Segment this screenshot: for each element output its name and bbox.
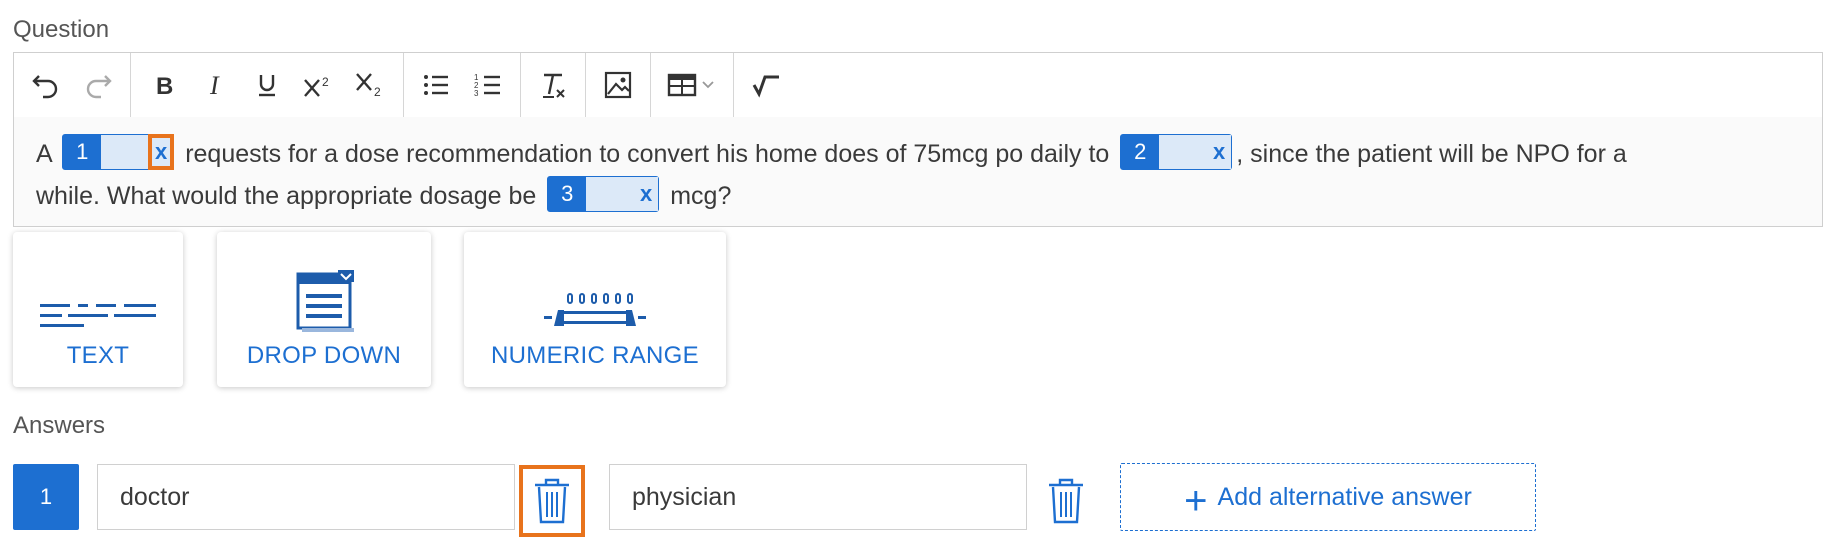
blank-number: 3: [548, 177, 587, 212]
remove-blank-icon[interactable]: x: [147, 134, 175, 171]
blank-fill: x: [101, 134, 175, 171]
list-group: 123: [404, 53, 521, 117]
blank-fill: x: [586, 177, 659, 212]
clear-group: [521, 53, 586, 117]
question-text: A: [36, 140, 52, 168]
text-lines-icon: [38, 232, 158, 342]
question-editor[interactable]: A 1 x requests for a dose recommendation…: [13, 117, 1823, 227]
format-group: B I 2 2: [131, 53, 404, 117]
history-group: [14, 53, 131, 117]
blank-3[interactable]: 3 x: [547, 176, 660, 213]
subscript-icon[interactable]: 2: [345, 59, 397, 111]
bold-icon[interactable]: B: [137, 59, 189, 111]
blank-fill: x: [1159, 135, 1232, 170]
numeric-range-type-label: NUMERIC RANGE: [491, 342, 699, 369]
plus-icon: +: [1184, 479, 1208, 523]
image-icon[interactable]: [592, 59, 644, 111]
svg-text:I: I: [209, 71, 220, 100]
dropdown-type-label: DROP DOWN: [246, 342, 402, 369]
image-group: [586, 53, 651, 117]
svg-text:2: 2: [322, 75, 329, 89]
blank-number: 1: [63, 135, 102, 170]
numeric-range-type-card[interactable]: NUMERIC RANGE: [464, 232, 726, 387]
answer-primary-input[interactable]: doctor: [97, 464, 515, 530]
answers-label: Answers: [13, 412, 106, 439]
clear-format-icon[interactable]: [527, 59, 579, 111]
add-alternative-answer-label: Add alternative answer: [1217, 482, 1472, 511]
question-text: requests for a dose recommendation to co…: [185, 140, 1110, 168]
redo-icon[interactable]: [72, 59, 124, 111]
svg-text:3: 3: [474, 89, 479, 98]
remove-blank-icon[interactable]: x: [1213, 141, 1225, 163]
alternative-answer-input[interactable]: physician: [609, 464, 1027, 530]
dropdown-icon: [284, 232, 364, 342]
svg-text:2: 2: [374, 85, 381, 99]
table-icon[interactable]: [657, 59, 727, 111]
superscript-icon[interactable]: 2: [293, 59, 345, 111]
square-root-icon[interactable]: [740, 59, 792, 111]
bullet-list-icon[interactable]: [410, 59, 462, 111]
trash-icon[interactable]: [1040, 472, 1092, 530]
svg-text:B: B: [156, 73, 173, 100]
numbered-list-icon[interactable]: 123: [462, 59, 514, 111]
slider-range-icon: [540, 232, 650, 342]
question-label: Question: [13, 16, 110, 43]
editor-toolbar: B I 2 2 123: [13, 52, 1823, 118]
trash-icon[interactable]: [519, 465, 585, 537]
add-alternative-answer-button[interactable]: + Add alternative answer: [1120, 463, 1536, 531]
blank-number: 2: [1121, 135, 1160, 170]
blank-2[interactable]: 2 x: [1120, 134, 1233, 171]
question-text: , since the patient will be NPO for a: [1236, 140, 1627, 168]
question-text: while. What would the appropriate dosage…: [36, 182, 537, 210]
italic-icon[interactable]: I: [189, 59, 241, 111]
dropdown-type-card[interactable]: DROP DOWN: [217, 232, 431, 387]
answer-number-badge: 1: [13, 464, 79, 530]
math-group: [734, 53, 798, 117]
blank-1[interactable]: 1 x: [62, 134, 175, 171]
remove-blank-icon[interactable]: x: [640, 183, 652, 205]
question-text: mcg?: [670, 182, 732, 210]
undo-icon[interactable]: [20, 59, 72, 111]
table-group: [651, 53, 734, 117]
underline-icon[interactable]: [241, 59, 293, 111]
text-type-card[interactable]: TEXT: [13, 232, 183, 387]
text-type-label: TEXT: [66, 342, 130, 369]
